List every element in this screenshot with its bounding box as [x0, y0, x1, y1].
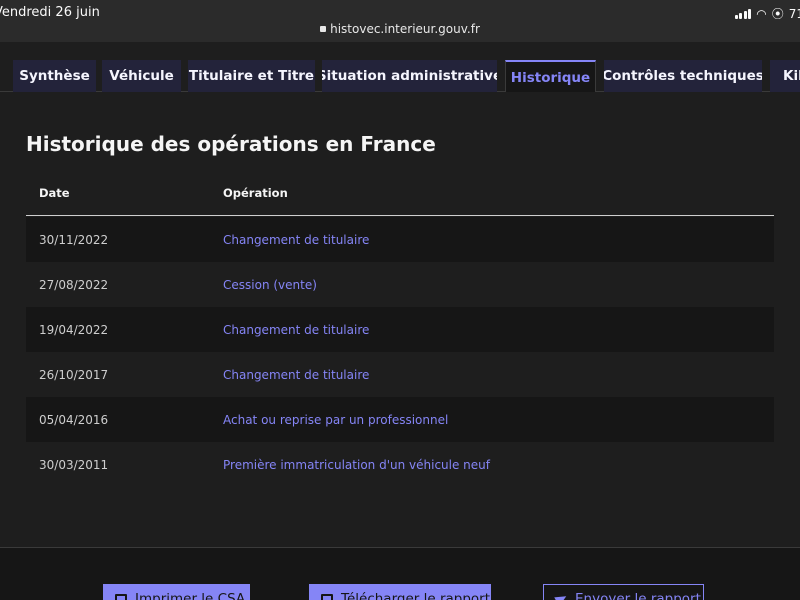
table-row: 30/11/2022 Changement de titulaire [26, 217, 774, 262]
tab-controles-techniques[interactable]: Contrôles techniques [604, 60, 762, 92]
printer-icon [321, 594, 333, 600]
signal-icon [734, 8, 752, 19]
history-table-body: 30/11/2022 Changement de titulaire 27/08… [26, 217, 774, 487]
send-report-button[interactable]: Envoyer le rapport [543, 584, 704, 600]
column-header-operation: Opération [223, 186, 288, 200]
row-operation-link[interactable]: Cession (vente) [223, 278, 317, 292]
table-row: 19/04/2022 Changement de titulaire [26, 307, 774, 352]
row-operation-link[interactable]: Achat ou reprise par un professionnel [223, 413, 448, 427]
battery-percent: 71 [788, 6, 800, 21]
row-date: 26/10/2017 [39, 368, 109, 382]
row-date: 05/04/2016 [39, 413, 109, 427]
tab-synthese[interactable]: Synthèse [13, 60, 96, 92]
status-bar: Vendredi 26 juin ◠ ⦿ 71 histovec.interie… [0, 0, 800, 42]
row-operation-link[interactable]: Première immatriculation d'un véhicule n… [223, 458, 490, 472]
wifi-icon: ◠ [756, 6, 767, 21]
table-row: 27/08/2022 Cession (vente) [26, 262, 774, 307]
table-row: 05/04/2016 Achat ou reprise par un profe… [26, 397, 774, 442]
tab-situation-administrative[interactable]: Situation administrative [322, 60, 497, 92]
url-text: histovec.interieur.gouv.fr [330, 22, 480, 36]
row-operation-link[interactable]: Changement de titulaire [223, 233, 369, 247]
history-panel: Historique des opérations en France Date… [0, 92, 800, 548]
download-report-button[interactable]: Télécharger le rapport [309, 584, 491, 600]
print-csa-button[interactable]: Imprimer le CSA [103, 584, 250, 600]
send-button-label: Envoyer le rapport [575, 591, 701, 600]
row-date: 30/03/2011 [39, 458, 109, 472]
page-title: Historique des opérations en France [26, 132, 436, 156]
row-date: 19/04/2022 [39, 323, 109, 337]
send-icon [554, 591, 569, 600]
tab-titulaire[interactable]: Titulaire et Titre [188, 60, 315, 92]
printer-icon [115, 594, 127, 600]
row-date: 30/11/2022 [39, 233, 109, 247]
orientation-lock-icon: ⦿ [771, 7, 784, 21]
tab-bar: Synthèse Véhicule Titulaire et Titre Sit… [0, 42, 800, 93]
table-row: 30/03/2011 Première immatriculation d'un… [26, 442, 774, 487]
status-icons: ◠ ⦿ 71 [734, 5, 800, 22]
download-button-label: Télécharger le rapport [341, 591, 491, 600]
row-operation-link[interactable]: Changement de titulaire [223, 368, 369, 382]
column-header-date: Date [39, 186, 70, 200]
url-bar[interactable]: histovec.interieur.gouv.fr [0, 22, 800, 36]
table-header: Date Opération [26, 174, 774, 216]
table-row: 26/10/2017 Changement de titulaire [26, 352, 774, 397]
tab-vehicule[interactable]: Véhicule [102, 60, 181, 92]
tab-kilometrage[interactable]: Kilométrage [770, 60, 800, 92]
lock-icon [320, 26, 327, 32]
tab-historique[interactable]: Historique [505, 60, 596, 93]
print-button-label: Imprimer le CSA [135, 591, 246, 600]
status-time: Vendredi 26 juin [0, 5, 100, 20]
row-operation-link[interactable]: Changement de titulaire [223, 323, 369, 337]
row-date: 27/08/2022 [39, 278, 109, 292]
